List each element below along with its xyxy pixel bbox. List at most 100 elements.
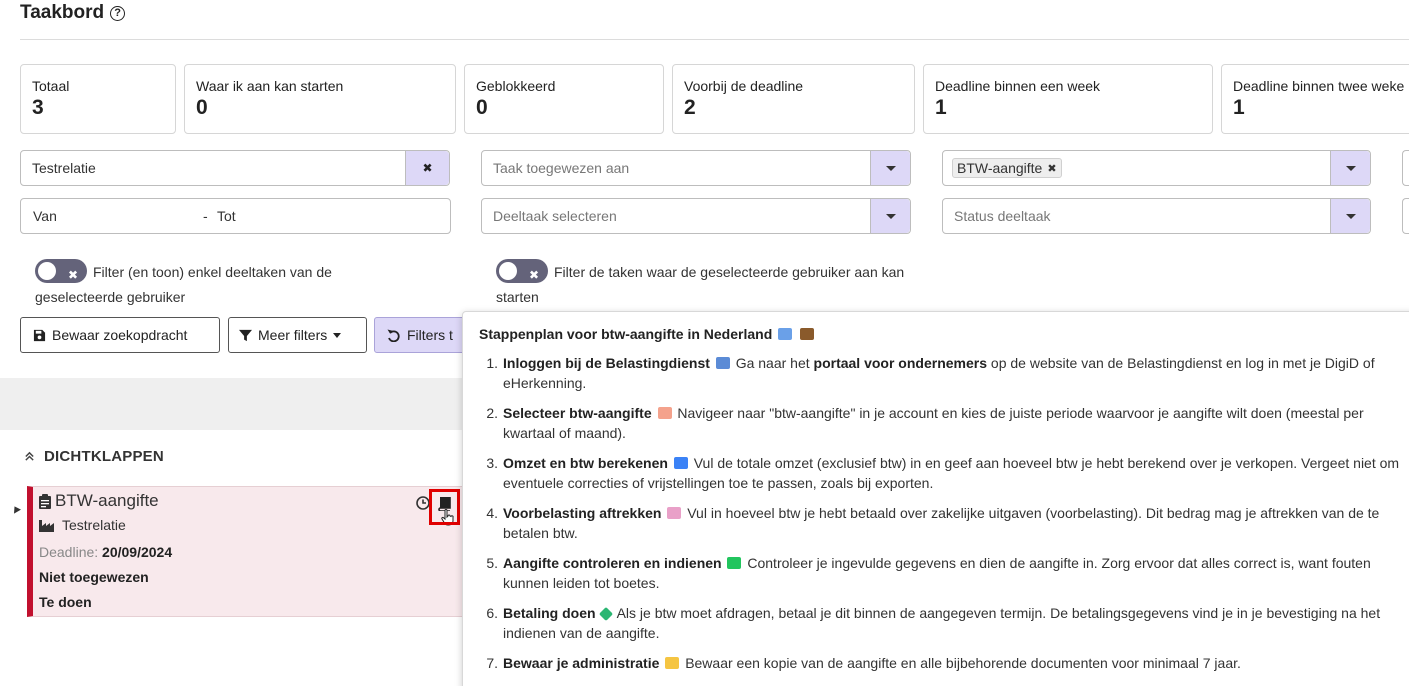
expand-triangle-icon[interactable] — [11, 504, 21, 514]
task-title[interactable]: BTW-aangifte — [55, 491, 159, 511]
step-item: 2. Selecteer btw-aangifte Navigeer naar "… — [486, 403, 1403, 443]
numbers-icon — [673, 457, 688, 469]
toggle-own-subtasks[interactable]: ✖ — [35, 259, 87, 284]
step-heading: Selecteer btw-aangifte — [503, 405, 652, 421]
task-type-select[interactable]: BTW-aangifte ✖ — [942, 150, 1371, 186]
stat-label: Waar ik aan kan starten — [196, 78, 344, 94]
collapse-group-toggle[interactable]: DICHTKLAPPEN — [24, 448, 164, 465]
task-title-row: BTW-aangifte — [39, 491, 159, 511]
step-item: 7. Bewaar je administratie Bewaar een kop… — [486, 653, 1403, 673]
double-chevron-up-icon — [25, 451, 34, 461]
date-separator: - — [203, 208, 208, 224]
chevron-down-icon — [1345, 165, 1356, 171]
stat-card-past-deadline[interactable]: Voorbij de deadline 2 — [672, 64, 915, 134]
filter-icon — [239, 329, 252, 341]
step-number: 3. — [486, 455, 498, 471]
stat-value: 3 — [32, 96, 44, 119]
step-item: 1. Inloggen bij de Belastingdienst Ga naa… — [486, 353, 1403, 393]
stat-label: Deadline binnen een week — [935, 78, 1101, 94]
extra-filter-edge[interactable] — [1402, 150, 1409, 186]
step-item: 6. Betaling doen Als je btw moet afdragen… — [486, 603, 1403, 643]
more-filters-label: Meer filters — [258, 327, 328, 343]
check-mark-icon — [727, 557, 742, 569]
date-range-input[interactable]: Van - Tot — [20, 198, 451, 234]
toggle-can-start[interactable]: ✖ — [496, 259, 548, 284]
folder-icon — [665, 657, 680, 669]
results-header-band — [0, 378, 470, 430]
task-relation-row: Testrelatie — [39, 517, 126, 533]
reset-filters-label: Filters t — [407, 327, 453, 343]
money-icon — [599, 606, 614, 622]
laptop-icon — [715, 357, 730, 369]
stat-card-total[interactable]: Totaal 3 — [20, 64, 176, 134]
stat-card-blocked[interactable]: Geblokkeerd 0 — [464, 64, 664, 134]
step-number: 1. — [486, 355, 498, 371]
toggle-can-start-label: Filter de taken waar de geselecteerde ge… — [496, 264, 905, 306]
chevron-down-icon — [885, 213, 896, 219]
clear-relation-button[interactable]: ✖ — [405, 151, 449, 185]
step-item: 4. Voorbelasting aftrekken Vul in hoeveel… — [486, 503, 1403, 543]
relation-value: Testrelatie — [32, 160, 96, 176]
stat-value: 0 — [476, 96, 488, 119]
task-type-dropdown-button[interactable] — [1330, 151, 1370, 185]
step-number: 4. — [486, 505, 498, 521]
popover-title-text: Stappenplan voor btw-aangifte in Nederla… — [479, 326, 773, 342]
chart-decreasing-icon — [667, 507, 682, 519]
more-filters-button[interactable]: Meer filters — [228, 317, 367, 353]
step-item: 5. Aangifte controleren en indienen Contr… — [486, 553, 1403, 593]
extra-filter-edge-2[interactable] — [1402, 198, 1409, 234]
subtask-status-select[interactable]: Status deeltaak — [942, 198, 1371, 234]
task-relation: Testrelatie — [62, 517, 126, 533]
step-heading: Inloggen bij de Belastingdienst — [503, 355, 710, 371]
save-search-label: Bewaar zoekopdracht — [52, 327, 188, 343]
chevron-down-icon — [885, 165, 896, 171]
step-text: Bewaar een kopie van de aangifte en alle… — [685, 655, 1241, 671]
assigned-to-dropdown-button[interactable] — [870, 151, 910, 185]
bar-chart-icon — [778, 328, 793, 340]
subtask-dropdown-button[interactable] — [870, 199, 910, 233]
step-heading: Omzet en btw berekenen — [503, 455, 668, 471]
task-type-tag-label: BTW-aangifte — [957, 160, 1043, 176]
highlight-box — [429, 489, 460, 525]
task-card[interactable]: BTW-aangifte Testrelatie Deadline: 20/09… — [27, 486, 467, 617]
task-status: Te doen — [39, 594, 92, 610]
step-number: 2. — [486, 405, 498, 421]
step-item: 3. Omzet en btw berekenen Vul de totale o… — [486, 453, 1403, 493]
step-text: Als je btw moet afdragen, betaal je dit … — [503, 605, 1381, 641]
relation-select[interactable]: Testrelatie ✖ — [20, 150, 450, 186]
toggle-knob — [38, 262, 56, 281]
step-heading: Betaling doen — [503, 605, 596, 621]
stat-label: Voorbij de deadline — [684, 78, 804, 94]
page-title: Taakbord ? — [20, 2, 126, 24]
stat-card-can-start[interactable]: Waar ik aan kan starten 0 — [184, 64, 456, 134]
toggle-off-icon: ✖ — [528, 268, 539, 283]
subtask-select[interactable]: Deeltaak selecteren — [481, 198, 911, 234]
help-icon[interactable]: ? — [110, 5, 126, 21]
save-icon — [33, 329, 46, 341]
step-number: 5. — [486, 555, 498, 571]
assigned-to-select[interactable]: Taak toegewezen aan — [481, 150, 911, 186]
steps-list: 1. Inloggen bij de Belastingdienst Ga naa… — [486, 353, 1403, 683]
date-to[interactable]: Tot — [217, 208, 450, 224]
date-from[interactable]: Van — [21, 208, 203, 224]
subtask-status-dropdown-button[interactable] — [1330, 199, 1370, 233]
step-text: Ga naar het — [735, 355, 814, 371]
step-heading: Bewaar je administratie — [503, 655, 660, 671]
stat-value: 0 — [196, 96, 208, 119]
stat-card-deadline-week[interactable]: Deadline binnen een week 1 — [923, 64, 1213, 134]
stat-value: 1 — [935, 96, 947, 119]
stat-card-deadline-two-weeks[interactable]: Deadline binnen twee weke 1 — [1221, 64, 1409, 134]
chevron-down-icon — [333, 332, 342, 338]
save-search-button[interactable]: Bewaar zoekopdracht — [20, 317, 220, 353]
page-title-text: Taakbord — [20, 2, 105, 23]
step-number: 7. — [486, 655, 498, 671]
step-heading: Aangifte controleren en indienen — [503, 555, 722, 571]
remove-tag-icon[interactable]: ✖ — [1047, 162, 1056, 175]
memo-icon — [657, 407, 672, 419]
stappenplan-popover: Stappenplan voor btw-aangifte in Nederla… — [462, 311, 1409, 686]
collapse-label: DICHTKLAPPEN — [44, 448, 164, 465]
reset-filters-button[interactable]: Filters t — [374, 317, 474, 353]
clipboard-icon — [39, 493, 51, 509]
clock-icon[interactable] — [416, 496, 430, 510]
stat-value: 2 — [684, 96, 696, 119]
